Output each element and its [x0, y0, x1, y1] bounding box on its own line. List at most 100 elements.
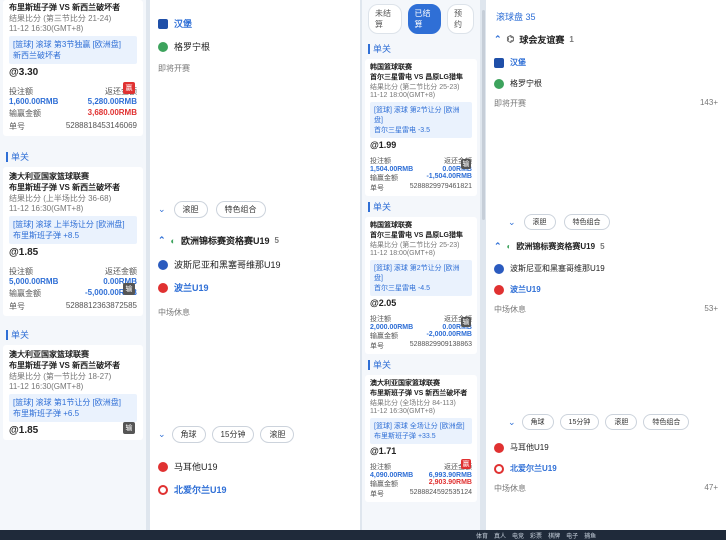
section-single: 单关: [0, 324, 146, 345]
more-markets[interactable]: 143+: [700, 98, 718, 109]
bet-result: 结果比分 (第一节比分 18-27): [9, 372, 112, 381]
team-row[interactable]: 波兰U19: [486, 279, 726, 300]
bet-card[interactable]: 澳大利亚国家篮球联赛 布里斯班子弹 VS 新西兰破坏者 结果比分 (第一节比分 …: [3, 345, 143, 440]
team-name: 波斯尼亚和黑塞哥维那U19: [510, 264, 605, 273]
chevron-down-icon[interactable]: ⌄: [158, 429, 166, 440]
bet-card[interactable]: 韩国篮球联赛 首尔三星雷电 VS 昌原LG猎隼 结果比分 (第二节比分 25-2…: [365, 59, 477, 196]
team-row[interactable]: 马耳他U19: [150, 455, 360, 478]
chevron-down-icon[interactable]: ⌄: [158, 204, 166, 215]
competition-count: 1: [569, 35, 574, 44]
competition-count: 5: [274, 236, 279, 245]
bet-time: 11-12 16:30(GMT+8): [9, 24, 84, 33]
pill-button[interactable]: 15分钟: [211, 426, 255, 443]
lose-badge-icon: 输: [461, 159, 471, 169]
team-row[interactable]: 波斯尼亚和黑塞哥维那U19: [486, 258, 726, 279]
team-row[interactable]: 格罗宁根: [486, 73, 726, 94]
bet-time: 11-12 18:00(GMT+8): [370, 92, 436, 99]
section-single: 单关: [362, 354, 480, 375]
bet-card[interactable]: 澳大利亚国家篮球联赛 布里斯班子弹 VS 新西兰破坏者 结果比分 (上半场比分 …: [3, 167, 143, 316]
pill-button[interactable]: 滚胆: [605, 414, 638, 430]
chevron-up-icon[interactable]: ⌃: [158, 235, 166, 246]
bet-pick: 首尔三星雷电 -3.5: [374, 127, 431, 134]
pill-button[interactable]: 15分钟: [559, 414, 600, 430]
pill-button[interactable]: 角球: [521, 414, 554, 430]
tab-settled[interactable]: 已结算: [407, 4, 441, 34]
pill-button[interactable]: 滚胆: [173, 201, 208, 218]
nav-item[interactable]: 捕鱼: [584, 531, 596, 540]
soccer-ball-icon: ◐: [506, 242, 512, 251]
section-label: 单关: [11, 330, 30, 340]
win-value: -2,000.00RMB: [426, 331, 472, 338]
team-flag-icon: [494, 284, 504, 295]
pill-button[interactable]: 角球: [171, 426, 206, 443]
nav-item[interactable]: 电子: [566, 531, 578, 540]
tab-reserved[interactable]: 预约: [447, 4, 474, 34]
bet-result: 结果比分 (上半场比分 36-68): [9, 194, 112, 203]
pill-button[interactable]: 特色组合: [643, 414, 690, 430]
bet-pick: 新西兰破坏者: [13, 51, 61, 60]
bet-history-column-right: 未结算 已结算 预约 单关 韩国篮球联赛 首尔三星雷电 VS 昌原LG猎隼 结果…: [362, 0, 480, 530]
bet-card[interactable]: 澳大利亚国家篮球联赛 布里斯班子弹 VS 新西兰破坏者 结果比分 (全场比分 8…: [365, 375, 477, 502]
bet-time: 11-12 16:30(GMT+8): [9, 382, 84, 391]
screen: 布里斯班子弹 VS 新西兰破坏者 结果比分 (第三节比分 21-24) 11-1…: [0, 0, 726, 540]
return-label: 返还金额: [105, 267, 137, 276]
team-name: 格罗宁根: [510, 79, 542, 88]
team-row[interactable]: 汉堡: [150, 12, 360, 35]
bet-detail: [篮球] 滚球 第2节让分 [欧洲盘] 首尔三星雷电 -4.5: [370, 260, 472, 296]
match-status: 即将开赛: [158, 64, 190, 73]
win-badge-icon: 赢: [461, 459, 471, 469]
team-name: 波兰U19: [174, 283, 209, 293]
pill-button[interactable]: 特色组合: [215, 201, 266, 218]
return-value: 5,280.00RMB: [87, 97, 137, 106]
pill-button[interactable]: 滚胆: [523, 214, 556, 230]
competition-header[interactable]: ⌃ ◐ 欧洲锦标赛资格赛U19 5: [486, 235, 726, 258]
stake-label: 投注额: [9, 87, 33, 96]
stake-value: 1,504.00RMB: [370, 166, 414, 173]
team-row[interactable]: 波斯尼亚和黑塞哥维那U19: [150, 253, 360, 276]
team-name: 北爱尔兰U19: [510, 464, 557, 473]
team-name: 马耳他U19: [174, 462, 218, 472]
ticket-value: 5288829909138863: [409, 341, 472, 348]
scrollbar[interactable]: [482, 10, 485, 220]
bet-teams: 首尔三星雷电 VS 昌原LG猎隼: [370, 74, 463, 81]
bet-detail: [篮球] 滚球 全场让分 [欧洲盘] 布里斯班子弹 +33.5: [370, 418, 472, 444]
team-row[interactable]: 马耳他U19: [486, 437, 726, 458]
win-label: 输赢金额: [370, 175, 398, 182]
chevron-up-icon[interactable]: ⌃: [494, 34, 502, 45]
team-row[interactable]: 格罗宁根: [150, 35, 360, 58]
pill-button[interactable]: 滚胆: [260, 426, 295, 443]
market-pills: ⌄ 角球 15分钟 滚胆: [150, 422, 360, 447]
ticket-label: 单号: [9, 122, 25, 131]
nav-item[interactable]: 真人: [494, 531, 506, 540]
market-pills: ⌄ 滚胆 特色组合: [150, 197, 360, 222]
team-flag-icon: [158, 18, 168, 29]
nav-item[interactable]: 棋牌: [548, 531, 560, 540]
nav-item[interactable]: 电竞: [512, 531, 524, 540]
bet-card[interactable]: 韩国篮球联赛 首尔三星雷电 VS 昌原LG猎隼 结果比分 (第二节比分 25-2…: [365, 217, 477, 354]
competition-header[interactable]: ⌃ ◐ 欧洲锦标赛资格赛U19 5: [150, 228, 360, 253]
more-markets[interactable]: 47+: [704, 483, 718, 494]
competition-header[interactable]: ⌃ ⌬ 球会友谊赛 1: [486, 27, 726, 52]
section-label: 单关: [11, 152, 30, 162]
team-row[interactable]: 北爱尔兰U19: [486, 458, 726, 479]
nav-item[interactable]: 彩票: [530, 531, 542, 540]
bet-line: [篮球] 滚球 第2节让分 [欧洲盘]: [374, 265, 460, 282]
pill-button[interactable]: 特色组合: [563, 214, 610, 230]
bet-time: 11-12 16:30(GMT+8): [370, 408, 436, 415]
tab-unsettled[interactable]: 未结算: [368, 4, 402, 34]
bet-line: [篮球] 滚球 第1节让分 [欧洲盘]: [13, 398, 122, 407]
win-label: 输赢金额: [9, 109, 41, 118]
team-name: 汉堡: [510, 58, 526, 67]
team-row[interactable]: 汉堡: [486, 52, 726, 73]
chevron-down-icon[interactable]: ⌄: [508, 417, 516, 428]
ticket-value: 5288812363872585: [65, 301, 137, 310]
more-markets[interactable]: 53+: [704, 304, 718, 315]
team-row[interactable]: 波兰U19: [150, 276, 360, 299]
chevron-up-icon[interactable]: ⌃: [494, 241, 502, 252]
ticket-label: 单号: [370, 185, 384, 192]
win-value: 3,680.00RMB: [87, 108, 137, 117]
team-row[interactable]: 北爱尔兰U19: [150, 478, 360, 501]
nav-item[interactable]: 体育: [476, 531, 488, 540]
chevron-down-icon[interactable]: ⌄: [508, 217, 516, 228]
bet-card-top[interactable]: 布里斯班子弹 VS 新西兰破坏者 结果比分 (第三节比分 21-24) 11-1…: [3, 0, 143, 136]
